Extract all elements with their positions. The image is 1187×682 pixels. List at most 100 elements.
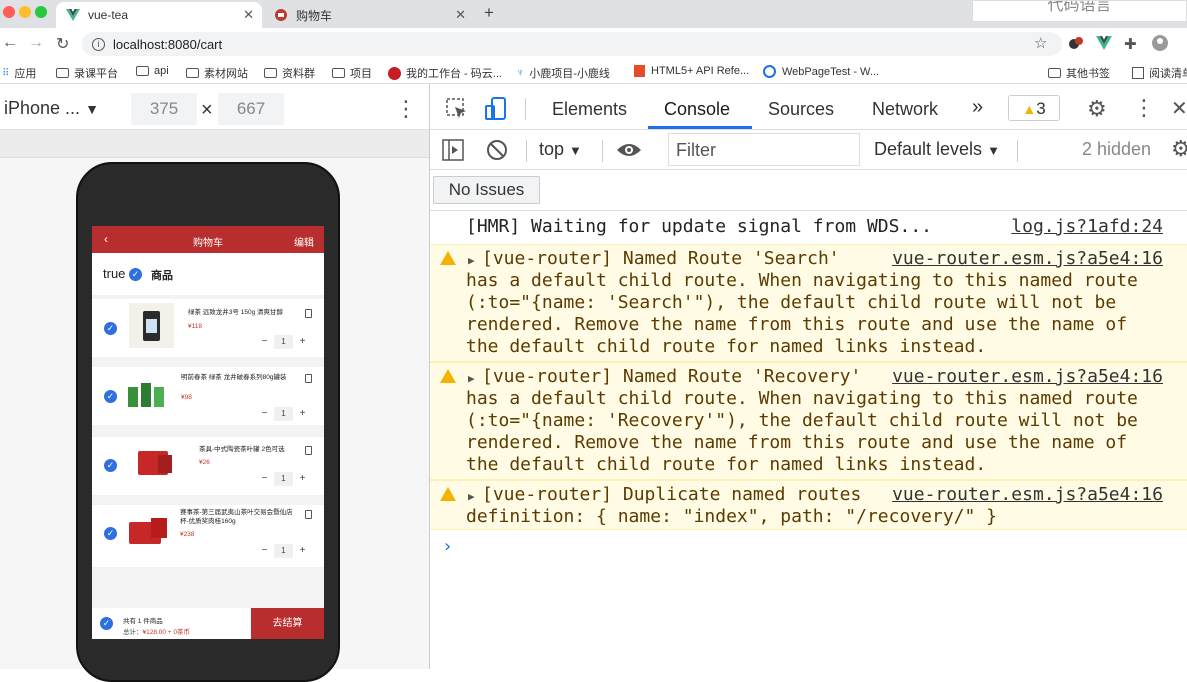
browser-tab-strip: vue-tea ✕ 购物车 ✕ + 代码语言 <box>0 0 1187 28</box>
close-tab-icon[interactable]: ✕ <box>455 7 466 23</box>
message-source-link[interactable]: log.js?1afd:24 <box>1011 216 1163 238</box>
expand-triangle-icon[interactable]: ▶ <box>468 490 475 503</box>
back-arrow-icon[interactable]: ← <box>2 34 18 52</box>
bookmark-gitee[interactable]: 我的工作台 - 码云... <box>388 65 502 81</box>
bookmark-other[interactable]: 其他书签 <box>1048 65 1110 81</box>
bookmark-folder[interactable]: 资料群 <box>264 65 315 81</box>
kebab-menu-icon[interactable]: ⋮ <box>395 96 417 122</box>
media-query-ruler <box>0 130 430 158</box>
checkout-button[interactable]: 去结算 <box>251 608 324 639</box>
expand-triangle-icon[interactable]: ▶ <box>468 372 475 385</box>
vue-logo-icon <box>66 8 80 22</box>
increment-button[interactable]: + <box>293 544 312 558</box>
goods-label: 商品 <box>151 270 173 282</box>
console-message-log: [HMR] Waiting for update signal from WDS… <box>430 211 1187 243</box>
quantity-value[interactable]: 1 <box>274 407 293 421</box>
browser-tab-cart[interactable]: 购物车 ✕ <box>264 2 474 28</box>
decrement-button[interactable]: − <box>255 335 274 349</box>
url-input[interactable]: i localhost:8080/cart <box>82 32 1062 56</box>
clear-console-icon[interactable] <box>486 139 508 166</box>
quantity-value[interactable]: 1 <box>274 544 293 558</box>
site-info-icon[interactable]: i <box>92 37 105 51</box>
folder-icon <box>332 68 345 78</box>
item-price: ¥98 <box>181 394 192 401</box>
quantity-stepper: −1 + <box>255 407 312 421</box>
puzzle-extensions-icon[interactable]: ✚ <box>1124 35 1140 53</box>
profile-avatar[interactable] <box>1152 35 1168 51</box>
select-all-checkbox[interactable]: ✓ <box>129 268 142 281</box>
trash-icon[interactable] <box>305 446 312 455</box>
trash-icon[interactable] <box>305 510 312 519</box>
toolbar-separator <box>602 140 603 162</box>
bookmark-xiaolu[interactable]: ♆ 小鹿项目-小鹿线 <box>516 65 610 81</box>
quantity-stepper: −1 + <box>255 472 312 486</box>
live-expression-eye-icon[interactable] <box>616 139 642 166</box>
edit-button[interactable]: 编辑 <box>294 234 314 249</box>
item-price: ¥26 <box>199 459 210 466</box>
bookmark-folder[interactable]: 项目 <box>332 65 372 81</box>
more-tabs-button[interactable]: » <box>972 96 983 119</box>
minimize-window-button[interactable] <box>19 6 31 18</box>
forward-arrow-icon[interactable]: → <box>28 34 44 52</box>
zoom-window-button[interactable] <box>35 6 47 18</box>
inspect-element-icon[interactable] <box>446 98 468 125</box>
tab-elements[interactable]: Elements <box>552 99 627 120</box>
footer-select-all-checkbox[interactable]: ✓ <box>100 617 113 630</box>
decrement-button[interactable]: − <box>255 472 274 486</box>
increment-button[interactable]: + <box>293 335 312 349</box>
quantity-value[interactable]: 1 <box>274 472 293 486</box>
bookmark-reading-list[interactable]: 阅读清单 <box>1132 65 1187 81</box>
item-checkbox[interactable]: ✓ <box>104 390 117 403</box>
sidebar-toggle-icon[interactable] <box>442 139 464 166</box>
bookmark-folder[interactable]: api <box>136 65 169 77</box>
log-levels-select[interactable]: Default levels ▼ <box>874 139 1000 160</box>
console-prompt[interactable]: › <box>442 536 453 557</box>
item-checkbox[interactable]: ✓ <box>104 527 117 540</box>
bookmark-html5[interactable]: HTML5+ API Refe... <box>634 65 749 77</box>
new-tab-button[interactable]: + <box>484 3 494 23</box>
message-source-link[interactable]: vue-router.esm.js?a5e4:16 <box>892 366 1163 388</box>
message-source-link[interactable]: vue-router.esm.js?a5e4:16 <box>892 484 1163 506</box>
message-source-link[interactable]: vue-router.esm.js?a5e4:16 <box>892 248 1163 270</box>
extension-icon[interactable] <box>1068 35 1084 51</box>
close-tab-icon[interactable]: ✕ <box>243 7 254 23</box>
close-window-button[interactable] <box>3 6 15 18</box>
width-input[interactable]: 375 <box>131 93 197 125</box>
decrement-button[interactable]: − <box>255 544 274 558</box>
context-select[interactable]: top ▼ <box>539 139 582 160</box>
device-toolbar: iPhone ... ▼ 375 × 667 ⋮ <box>0 88 430 130</box>
bookmark-folder[interactable]: 录课平台 <box>56 65 118 81</box>
quantity-value[interactable]: 1 <box>274 335 293 349</box>
bookmark-apps[interactable]: ⠿ 应用 <box>2 65 36 81</box>
device-toggle-icon[interactable] <box>484 97 508 126</box>
console-settings-gear-icon[interactable]: ⚙ <box>1171 136 1187 162</box>
item-checkbox[interactable]: ✓ <box>104 459 117 472</box>
settings-gear-icon[interactable]: ⚙ <box>1087 96 1107 122</box>
trash-icon[interactable] <box>305 309 312 318</box>
increment-button[interactable]: + <box>293 472 312 486</box>
trash-icon[interactable] <box>305 374 312 383</box>
bookmark-folder[interactable]: 素材网站 <box>186 65 248 81</box>
console-filter-input[interactable]: Filter <box>668 133 860 166</box>
reload-icon[interactable]: ↻ <box>56 34 69 54</box>
folder-icon <box>136 66 149 76</box>
tab-console[interactable]: Console <box>664 99 730 120</box>
no-issues-button[interactable]: No Issues <box>433 176 540 204</box>
height-input[interactable]: 667 <box>218 93 284 125</box>
expand-triangle-icon[interactable]: ▶ <box>468 254 475 267</box>
device-select[interactable]: iPhone ... ▼ <box>4 98 99 119</box>
close-devtools-icon[interactable]: ✕ <box>1171 96 1187 121</box>
warnings-badge[interactable]: ▲3 <box>1008 95 1060 121</box>
bookmark-star-icon[interactable]: ☆ <box>1034 34 1047 52</box>
browser-tab-vue-tea[interactable]: vue-tea ✕ <box>56 2 262 28</box>
tab-sources[interactable]: Sources <box>768 99 834 120</box>
increment-button[interactable]: + <box>293 407 312 421</box>
bookmark-webpagetest[interactable]: WebPageTest - W... <box>763 65 879 78</box>
item-checkbox[interactable]: ✓ <box>104 322 117 335</box>
tab-network[interactable]: Network <box>872 99 938 120</box>
devtools-menu-icon[interactable]: ⋮ <box>1133 95 1155 121</box>
warning-icon <box>440 487 456 501</box>
deer-icon: ♆ <box>516 67 525 79</box>
vue-devtools-icon[interactable] <box>1096 35 1112 51</box>
decrement-button[interactable]: − <box>255 407 274 421</box>
